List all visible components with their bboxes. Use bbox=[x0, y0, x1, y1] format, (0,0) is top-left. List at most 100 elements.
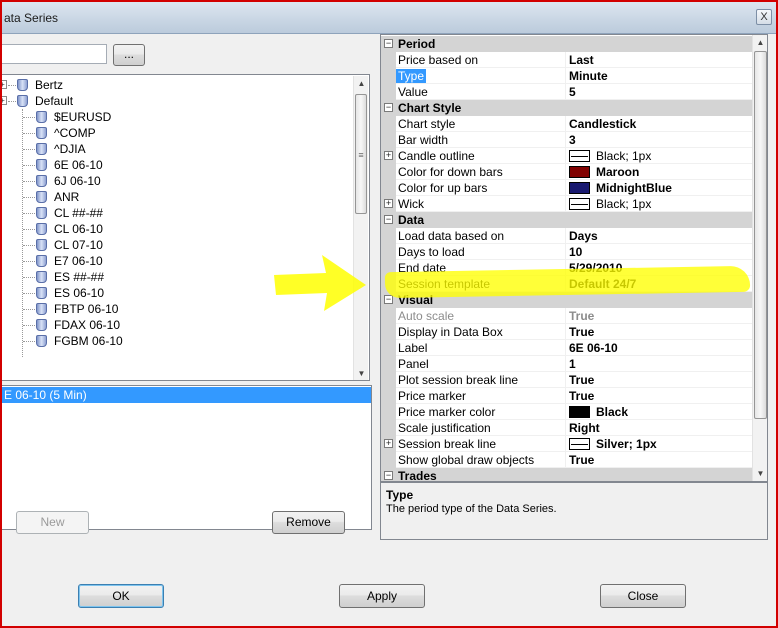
property-value[interactable]: Right bbox=[569, 421, 600, 435]
property-value[interactable]: 1 bbox=[569, 357, 576, 371]
scroll-down-arrow-icon[interactable]: ▼ bbox=[354, 366, 369, 380]
property-value[interactable]: Black; 1px bbox=[596, 149, 651, 163]
property-row[interactable]: Scale justification Right bbox=[381, 420, 752, 436]
property-row[interactable]: Price marker True bbox=[381, 388, 752, 404]
property-value[interactable]: Minute bbox=[569, 69, 608, 83]
property-value[interactable]: Black; 1px bbox=[596, 197, 651, 211]
close-button[interactable]: Close bbox=[600, 584, 686, 608]
tree-item-label: CL 07-10 bbox=[54, 238, 103, 252]
property-row[interactable]: + Wick Black; 1px bbox=[381, 196, 752, 212]
property-row[interactable]: Color for up bars MidnightBlue bbox=[381, 180, 752, 196]
property-row[interactable]: Show global draw objects True bbox=[381, 452, 752, 468]
scroll-thumb[interactable]: ≡ bbox=[355, 94, 367, 214]
new-button[interactable]: New bbox=[16, 511, 89, 534]
grid-scrollbar[interactable]: ▲ ▼ bbox=[752, 35, 767, 481]
tree-item[interactable]: + Default bbox=[1, 93, 351, 109]
property-row[interactable]: Value 5 bbox=[381, 84, 752, 100]
grid-scroll-down-icon[interactable]: ▼ bbox=[753, 466, 767, 481]
tree-item[interactable]: CL ##-## bbox=[1, 205, 351, 221]
property-row[interactable]: + Candle outline Black; 1px bbox=[381, 148, 752, 164]
category-row[interactable]: − Period bbox=[381, 36, 752, 52]
tree-item[interactable]: + Bertz bbox=[1, 77, 351, 93]
property-row[interactable]: Color for down bars Maroon bbox=[381, 164, 752, 180]
row-gutter bbox=[381, 244, 396, 260]
property-row[interactable]: Load data based on Days bbox=[381, 228, 752, 244]
property-value[interactable]: Days bbox=[569, 229, 598, 243]
property-value[interactable]: True bbox=[569, 309, 594, 323]
property-value[interactable]: Last bbox=[569, 53, 594, 67]
property-row[interactable]: Auto scale True bbox=[381, 308, 752, 324]
collapse-icon[interactable]: − bbox=[384, 103, 393, 112]
property-value[interactable]: 6E 06-10 bbox=[569, 341, 618, 355]
property-value[interactable]: Candlestick bbox=[569, 117, 636, 131]
collapse-icon[interactable]: − bbox=[384, 295, 393, 304]
property-value[interactable]: True bbox=[569, 453, 594, 467]
series-item[interactable]: E 06-10 (5 Min) bbox=[2, 387, 371, 403]
instrument-icon bbox=[36, 191, 47, 203]
column-divider bbox=[565, 372, 566, 388]
scroll-up-arrow-icon[interactable]: ▲ bbox=[354, 76, 369, 91]
expand-icon[interactable]: + bbox=[384, 439, 393, 448]
tree-item[interactable]: $EURUSD bbox=[1, 109, 351, 125]
property-row[interactable]: + Session break line Silver; 1px bbox=[381, 436, 752, 452]
category-row[interactable]: − Data bbox=[381, 212, 752, 228]
property-row[interactable]: Type Minute bbox=[381, 68, 752, 84]
tree-scrollbar[interactable]: ▲ ≡ ▼ bbox=[353, 76, 369, 380]
tree-connector bbox=[23, 261, 35, 262]
expand-icon[interactable]: + bbox=[384, 151, 393, 160]
collapse-icon[interactable]: − bbox=[384, 39, 393, 48]
property-row[interactable]: Chart style Candlestick bbox=[381, 116, 752, 132]
property-row[interactable]: Display in Data Box True bbox=[381, 324, 752, 340]
window-close-button[interactable]: X bbox=[756, 9, 772, 25]
instrument-tree[interactable]: ▲ ≡ ▼ + Bertz + Default $EURUSD ^COMP ^DJIA 6E … bbox=[0, 74, 370, 381]
property-value[interactable]: 5 bbox=[569, 85, 576, 99]
tree-connector bbox=[23, 277, 35, 278]
property-value[interactable]: 10 bbox=[569, 245, 582, 259]
tree-connector bbox=[23, 149, 35, 150]
expand-icon[interactable]: + bbox=[1, 96, 7, 105]
grid-scroll-up-icon[interactable]: ▲ bbox=[753, 35, 767, 50]
property-value[interactable]: True bbox=[569, 325, 594, 339]
tree-item[interactable]: ANR bbox=[1, 189, 351, 205]
property-value[interactable]: Silver; 1px bbox=[596, 437, 657, 451]
property-row[interactable]: Bar width 3 bbox=[381, 132, 752, 148]
row-gutter bbox=[381, 164, 396, 180]
tree-item[interactable]: ^DJIA bbox=[1, 141, 351, 157]
selected-series-list[interactable]: E 06-10 (5 Min) bbox=[0, 385, 372, 530]
instrument-search-input[interactable] bbox=[0, 44, 107, 64]
grid-scroll-thumb[interactable] bbox=[754, 51, 767, 419]
tree-item[interactable]: FGBM 06-10 bbox=[1, 333, 351, 349]
tree-item-label: FDAX 06-10 bbox=[54, 318, 121, 332]
apply-button[interactable]: Apply bbox=[339, 584, 425, 608]
property-value[interactable]: MidnightBlue bbox=[596, 181, 672, 195]
tree-item[interactable]: FDAX 06-10 bbox=[1, 317, 351, 333]
property-row[interactable]: Days to load 10 bbox=[381, 244, 752, 260]
tree-item[interactable]: 6J 06-10 bbox=[1, 173, 351, 189]
instrument-icon bbox=[36, 239, 47, 251]
expand-icon[interactable]: + bbox=[384, 199, 393, 208]
category-row[interactable]: − Trades bbox=[381, 468, 752, 481]
ok-button[interactable]: OK bbox=[78, 584, 164, 608]
tree-item[interactable]: 6E 06-10 bbox=[1, 157, 351, 173]
property-grid[interactable]: ▲ ▼ − Period Price based on Last Type Minute V… bbox=[380, 34, 768, 482]
property-row[interactable]: Panel 1 bbox=[381, 356, 752, 372]
collapse-icon[interactable]: − bbox=[384, 215, 393, 224]
browse-button[interactable]: ... bbox=[113, 44, 145, 66]
tree-item[interactable]: CL 06-10 bbox=[1, 221, 351, 237]
expand-icon[interactable]: + bbox=[1, 80, 7, 89]
property-value[interactable]: True bbox=[569, 373, 594, 387]
property-name: Candle outline bbox=[398, 149, 475, 163]
remove-button[interactable]: Remove bbox=[272, 511, 345, 534]
title-bar: ata Series X bbox=[0, 0, 778, 34]
collapse-icon[interactable]: − bbox=[384, 471, 393, 480]
tree-item[interactable]: ^COMP bbox=[1, 125, 351, 141]
property-value[interactable]: 3 bbox=[569, 133, 576, 147]
property-row[interactable]: Plot session break line True bbox=[381, 372, 752, 388]
property-row[interactable]: Price based on Last bbox=[381, 52, 752, 68]
property-value[interactable]: True bbox=[569, 389, 594, 403]
property-value[interactable]: Black bbox=[596, 405, 628, 419]
property-row[interactable]: Label 6E 06-10 bbox=[381, 340, 752, 356]
category-row[interactable]: − Chart Style bbox=[381, 100, 752, 116]
property-row[interactable]: Price marker color Black bbox=[381, 404, 752, 420]
property-value[interactable]: Maroon bbox=[596, 165, 639, 179]
